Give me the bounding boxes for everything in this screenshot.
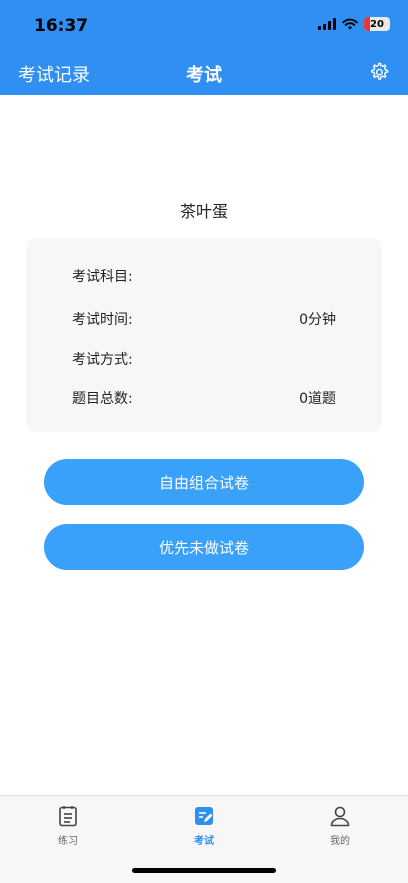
exam-records-link[interactable]: 考试记录 — [18, 61, 90, 87]
tab-mine[interactable]: 我的 — [300, 804, 380, 847]
tab-label: 我的 — [330, 836, 350, 847]
info-value: 0道题 — [299, 391, 336, 407]
tab-label: 练习 — [58, 836, 78, 847]
status-icons: 20 — [318, 17, 390, 31]
battery-level: 20 — [370, 18, 384, 30]
exam-info-card: 考试科目: 考试时间: 0分钟 考试方式: 题目总数: 0道题 — [26, 238, 382, 432]
exam-name: 茶叶蛋 — [179, 202, 228, 221]
wifi-icon — [342, 18, 358, 30]
info-label: 考试科目: — [72, 269, 133, 285]
notebook-icon — [59, 806, 77, 827]
info-row-total-questions: 题目总数: 0道题 — [72, 388, 336, 408]
home-indicator — [132, 868, 276, 873]
gear-icon[interactable] — [368, 61, 390, 83]
info-row-duration: 考试时间: 0分钟 — [72, 309, 336, 329]
page-title: 考试 — [186, 65, 222, 86]
cellular-signal-icon — [318, 18, 336, 30]
battery-icon: 20 — [364, 17, 390, 31]
undone-first-exam-button[interactable]: 优先未做试卷 — [44, 524, 364, 570]
info-row-subject: 考试科目: — [72, 266, 336, 286]
exam-edit-icon — [195, 807, 213, 825]
status-time: 16:37 — [34, 16, 89, 36]
info-row-mode: 考试方式: — [72, 349, 336, 369]
info-label: 考试时间: — [72, 312, 133, 328]
info-label: 考试方式: — [72, 352, 133, 368]
tab-exam[interactable]: 考试 — [164, 804, 244, 847]
header-bar: 16:37 20 考试记录 考试 — [0, 0, 408, 95]
free-combo-exam-button[interactable]: 自由组合试卷 — [44, 459, 364, 505]
person-icon — [330, 806, 350, 827]
info-value: 0分钟 — [299, 312, 336, 328]
info-label: 题目总数: — [72, 391, 133, 407]
tab-practice[interactable]: 练习 — [28, 804, 108, 847]
tab-label: 考试 — [194, 836, 214, 847]
